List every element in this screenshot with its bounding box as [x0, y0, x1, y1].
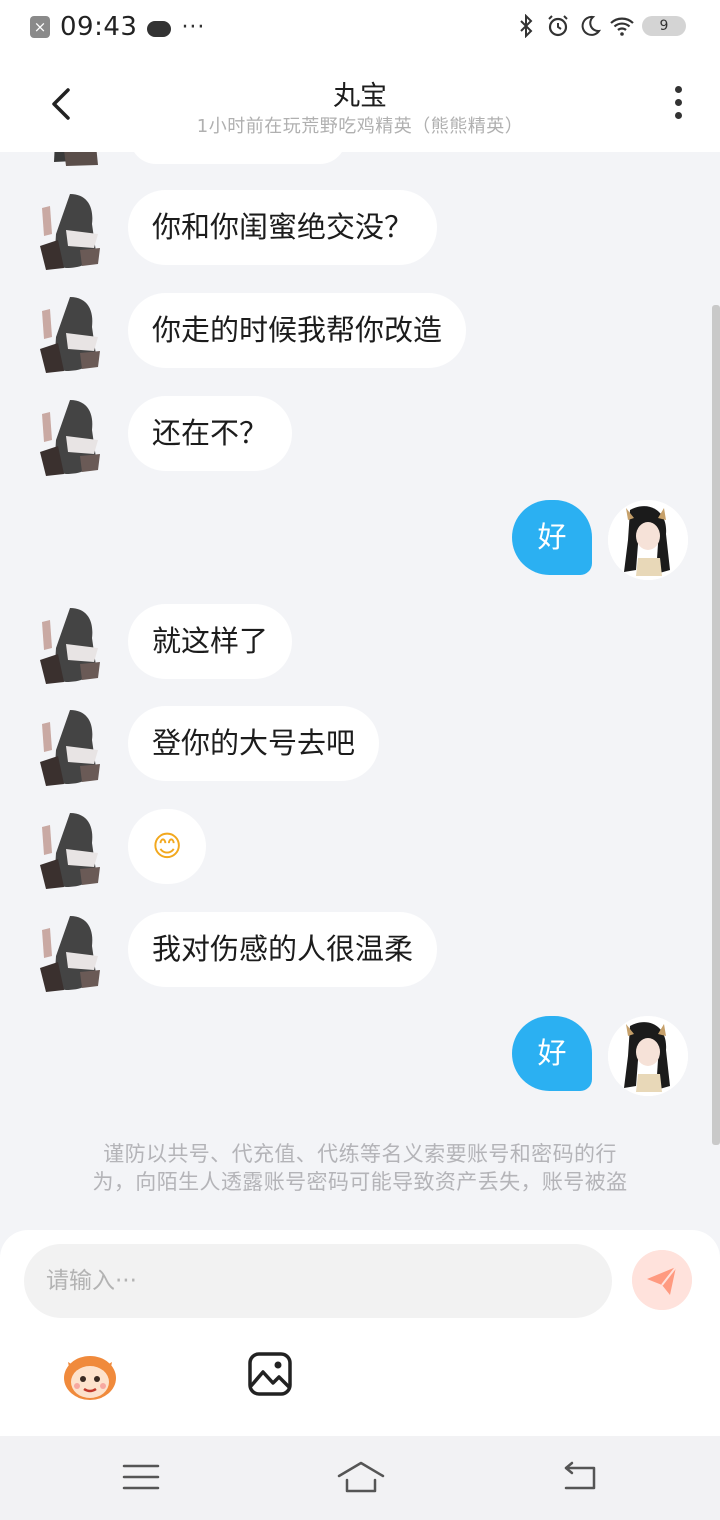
bluetooth-icon	[520, 14, 533, 38]
contact-avatar[interactable]	[36, 152, 108, 170]
incoming-message-bubble[interactable]: 就这样了	[128, 604, 293, 679]
my-avatar[interactable]	[608, 1016, 688, 1096]
system-navigation-bar	[0, 1436, 720, 1520]
alarm-icon	[548, 15, 568, 37]
message-list[interactable]: 你和你闺蜜绝交没？ 你走的时候我帮你改造 还在不？ 好 就这样了 登你的大号去吧…	[0, 152, 720, 1230]
wifi-icon	[610, 17, 634, 36]
recent-apps-button[interactable]	[122, 1460, 160, 1494]
security-notice-line: 谨防以共号、代充值、代练等名义索要账号和密码的行	[103, 1142, 617, 1166]
contact-avatar[interactable]	[36, 706, 108, 786]
contact-avatar[interactable]	[36, 809, 108, 889]
scrollbar[interactable]	[712, 305, 720, 1145]
home-button[interactable]	[336, 1458, 386, 1498]
contact-avatar[interactable]	[36, 190, 108, 270]
contact-avatar[interactable]	[36, 396, 108, 476]
send-button[interactable]	[632, 1250, 692, 1310]
sticker-button[interactable]	[60, 1348, 120, 1404]
incoming-emoji-bubble[interactable]: 😊	[128, 809, 207, 884]
image-picker-button[interactable]	[246, 1350, 294, 1398]
incoming-message-bubble[interactable]: 你和你闺蜜绝交没？	[128, 190, 438, 265]
message-composer	[0, 1230, 720, 1436]
incoming-message-bubble[interactable]: 还在不？	[128, 396, 293, 471]
dot-icon	[674, 112, 682, 119]
more-options-button[interactable]	[670, 86, 686, 122]
dot-icon	[674, 99, 682, 106]
more-notifications-icon: ···	[181, 14, 206, 40]
incoming-message-bubble[interactable]: 登你的大号去吧	[128, 706, 380, 781]
contact-avatar[interactable]	[36, 293, 108, 373]
incoming-message-bubble[interactable]: 你走的时候我帮你改造	[128, 293, 467, 368]
my-avatar[interactable]	[608, 500, 688, 580]
message-input[interactable]	[24, 1244, 612, 1318]
outgoing-message-bubble[interactable]: 好	[512, 1016, 592, 1091]
status-bar: × 09:43 ··· 9	[0, 0, 720, 56]
contact-avatar[interactable]	[36, 912, 108, 992]
security-notice-line: 为，向陌生人透露账号密码可能导致资产丢失，账号被盗	[92, 1170, 628, 1194]
notification-close-icon: ×	[30, 16, 50, 38]
contact-avatar[interactable]	[36, 604, 108, 684]
system-back-button[interactable]	[560, 1460, 600, 1494]
message-bubble-partial	[130, 152, 346, 164]
dot-icon	[674, 86, 682, 93]
contact-status: 1小时前在玩荒野吃鸡精英（熊熊精英）	[196, 116, 524, 137]
security-notice: 谨防以共号、代充值、代练等名义索要账号和密码的行 为，向陌生人透露账号密码可能导…	[40, 1140, 680, 1196]
status-time: 09:43	[60, 12, 138, 42]
weather-icon	[147, 21, 172, 37]
do-not-disturb-icon	[581, 15, 602, 36]
outgoing-message-bubble[interactable]: 好	[512, 500, 592, 575]
chat-header: 丸宝 1小时前在玩荒野吃鸡精英（熊熊精英）	[0, 56, 720, 152]
incoming-message-bubble[interactable]: 我对伤感的人很温柔	[128, 912, 438, 987]
contact-name: 丸宝	[333, 81, 387, 112]
battery-icon: 9	[642, 16, 686, 36]
